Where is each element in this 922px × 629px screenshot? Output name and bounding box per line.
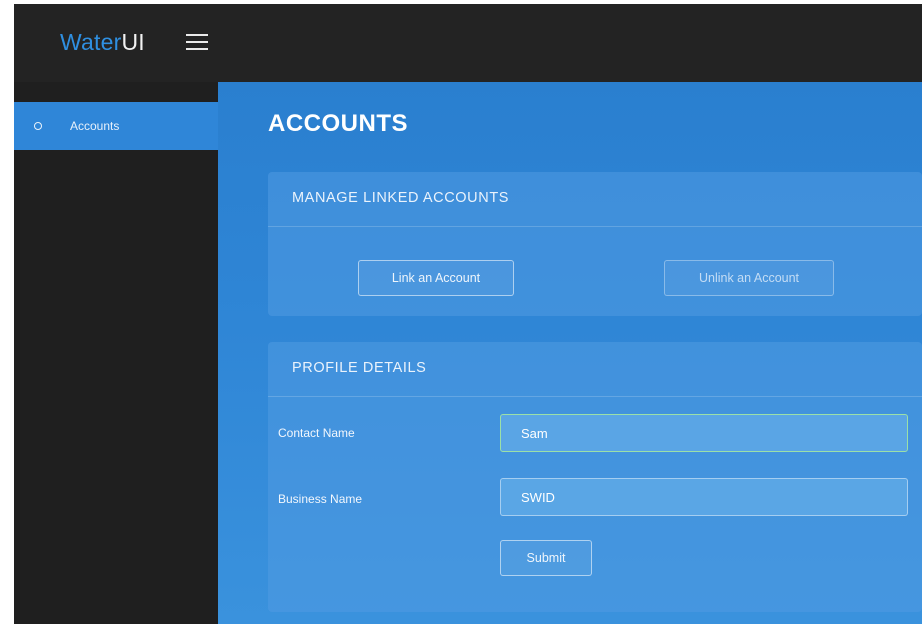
profile-details-card: PROFILE DETAILS Contact Name Business Na… [268, 342, 922, 612]
manage-linked-accounts-card: MANAGE LINKED ACCOUNTS Link an Account U… [268, 172, 922, 316]
main-content: ACCOUNTS MANAGE LINKED ACCOUNTS Link an … [218, 82, 922, 624]
brand-name-part1: Water [60, 29, 122, 55]
hamburger-menu-icon[interactable] [186, 33, 208, 51]
business-name-input[interactable] [500, 478, 908, 516]
contact-name-label: Contact Name [278, 426, 355, 440]
top-bar: WaterUI [14, 4, 922, 82]
menu-line [186, 48, 208, 50]
brand-name-part2: UI [121, 29, 145, 55]
page-title: ACCOUNTS [268, 110, 408, 137]
brand-logo[interactable]: WaterUI [60, 28, 145, 56]
contact-name-input[interactable] [500, 414, 908, 452]
sidebar-item-accounts[interactable]: Accounts [14, 102, 218, 150]
sidebar-item-label: Accounts [70, 119, 120, 133]
business-name-label: Business Name [278, 492, 363, 506]
link-account-button[interactable]: Link an Account [358, 260, 514, 296]
card-header: PROFILE DETAILS [268, 342, 922, 397]
submit-button[interactable]: Submit [500, 540, 592, 576]
circle-bullet-icon [34, 122, 42, 130]
menu-line [186, 34, 208, 36]
app-window: WaterUI Accounts ACCOUNTS MANAGE LINKED … [14, 4, 922, 624]
menu-line [186, 41, 208, 43]
card-header: MANAGE LINKED ACCOUNTS [268, 172, 922, 227]
card-title: MANAGE LINKED ACCOUNTS [292, 190, 510, 206]
unlink-account-button[interactable]: Unlink an Account [664, 260, 834, 296]
sidebar: Accounts [14, 82, 218, 624]
card-title: PROFILE DETAILS [292, 360, 427, 376]
